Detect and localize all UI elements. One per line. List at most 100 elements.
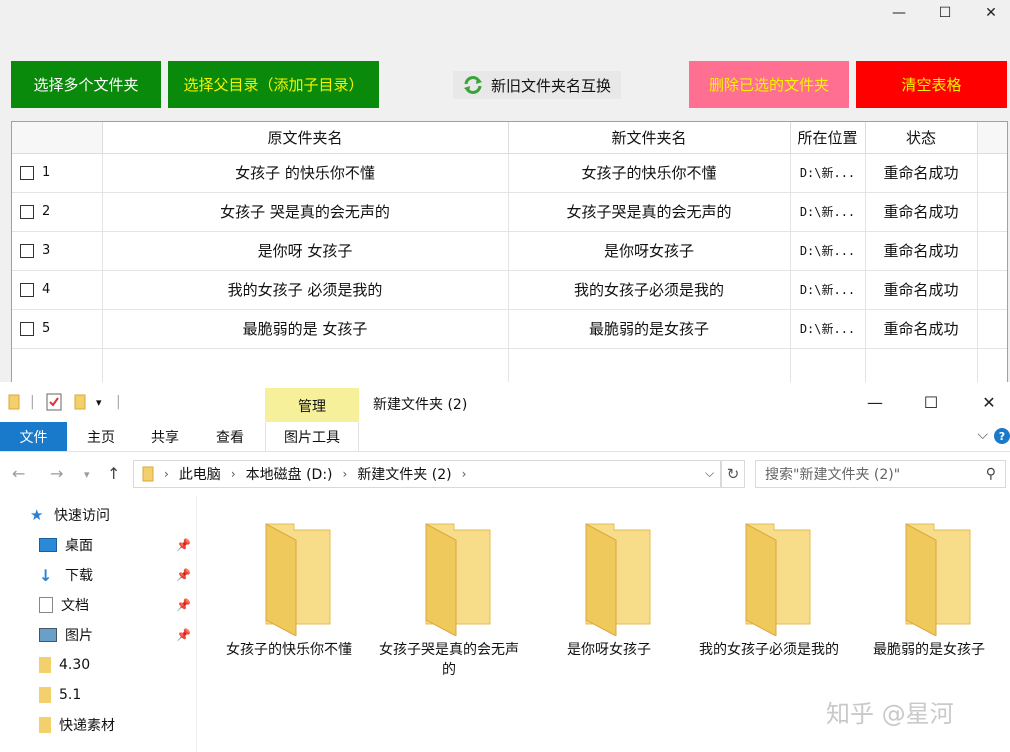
- nav-item-express-materials[interactable]: 快递素材: [0, 710, 197, 740]
- explorer-close-button[interactable]: ✕: [966, 388, 1010, 416]
- explorer-minimize-button[interactable]: —: [852, 388, 898, 416]
- breadcrumb-current-folder[interactable]: 新建文件夹 (2): [357, 464, 451, 484]
- folder-name: 我的女孩子必须是我的: [699, 642, 839, 658]
- empty-cell: [790, 348, 866, 382]
- ribbon-tabs: 文件 主页 共享 查看 图片工具 ⌵ ?: [0, 422, 1010, 452]
- folder-icon: [265, 523, 331, 636]
- tab-view[interactable]: 查看: [201, 422, 259, 451]
- nav-item-downloads[interactable]: ↓ 下载 📌: [0, 560, 197, 590]
- cell-location: D:\新...: [790, 192, 866, 232]
- pin-icon[interactable]: 📌: [176, 538, 191, 552]
- manage-tab[interactable]: 管理: [265, 388, 359, 423]
- address-bar[interactable]: › 此电脑 › 本地磁盘 (D:) › 新建文件夹 (2) ›: [133, 460, 721, 488]
- explorer-maximize-button[interactable]: ☐: [908, 388, 954, 416]
- table-row[interactable]: 2 女孩子 哭是真的会无声的 女孩子哭是真的会无声的 D:\新... 重命名成功: [12, 192, 1007, 232]
- watermark: 知乎 @星河: [826, 700, 954, 728]
- clear-table-button[interactable]: 清空表格: [856, 61, 1007, 108]
- folder-tile[interactable]: 女孩子哭是真的会无声的: [374, 516, 524, 680]
- app-maximize-button[interactable]: ☐: [922, 0, 968, 26]
- table-row[interactable]: 1 女孩子 的快乐你不懂 女孩子的快乐你不懂 D:\新... 重命名成功: [12, 153, 1007, 193]
- tab-home[interactable]: 主页: [72, 422, 130, 451]
- tab-picture-tools[interactable]: 图片工具: [265, 422, 359, 451]
- nav-item-label: 快速访问: [54, 508, 110, 524]
- column-header-location[interactable]: 所在位置: [790, 122, 866, 154]
- row-checkbox[interactable]: [20, 243, 34, 258]
- back-arrow-icon[interactable]: ←: [12, 464, 25, 483]
- empty-cell: [865, 348, 978, 382]
- nav-item-documents[interactable]: 文档 📌: [0, 590, 197, 620]
- breadcrumb-this-pc[interactable]: 此电脑: [179, 464, 221, 484]
- cell-spacer: [977, 270, 1007, 310]
- cell-original: 女孩子 哭是真的会无声的: [102, 192, 509, 232]
- column-header-status[interactable]: 状态: [865, 122, 978, 154]
- swap-names-button[interactable]: 新旧文件夹名互换: [453, 71, 622, 99]
- nav-item-folder-5-1[interactable]: 5.1: [0, 680, 197, 710]
- breadcrumb-drive-d[interactable]: 本地磁盘 (D:): [246, 464, 333, 484]
- app-close-button[interactable]: ✕: [968, 0, 1010, 26]
- nav-item-label: 图片: [65, 628, 93, 644]
- folder-tile[interactable]: 最脆弱的是女孩子: [854, 516, 1004, 660]
- row-checkbox[interactable]: [20, 321, 34, 336]
- refresh-button[interactable]: ↻: [721, 460, 745, 488]
- address-dropdown-chevron-icon[interactable]: ⌵: [705, 466, 714, 481]
- cell-original: 是你呀 女孩子: [102, 231, 509, 271]
- select-multiple-folders-button[interactable]: 选择多个文件夹: [11, 61, 161, 108]
- breadcrumb-separator-icon: ›: [461, 467, 467, 481]
- folder-tile[interactable]: 女孩子的快乐你不懂: [214, 516, 364, 660]
- cell-new: 女孩子的快乐你不懂: [508, 153, 791, 193]
- rename-table: 原文件夹名 新文件夹名 所在位置 状态 1 女孩子 的快乐你不懂 女孩子的快乐你…: [11, 121, 1008, 383]
- nav-item-desktop[interactable]: 桌面 📌: [0, 530, 197, 560]
- properties-check-icon[interactable]: [46, 393, 62, 411]
- row-checkbox[interactable]: [20, 282, 34, 297]
- folder-icon: [8, 394, 20, 410]
- app-minimize-button[interactable]: —: [876, 0, 922, 26]
- tab-share[interactable]: 共享: [136, 422, 194, 451]
- row-header: 4: [12, 270, 103, 310]
- folder-icon: [425, 523, 491, 636]
- row-number: 2: [42, 204, 51, 219]
- pin-icon[interactable]: 📌: [176, 598, 191, 612]
- nav-item-label: 快递素材: [59, 718, 115, 734]
- recent-locations-chevron-icon[interactable]: ▾: [84, 468, 90, 481]
- pin-icon[interactable]: 📌: [176, 628, 191, 642]
- pin-icon[interactable]: 📌: [176, 568, 191, 582]
- folder-icon: [39, 687, 51, 703]
- row-header: 1: [12, 153, 103, 193]
- column-header-original[interactable]: 原文件夹名: [102, 122, 509, 154]
- nav-item-quick-access[interactable]: ★ 快速访问: [0, 500, 197, 530]
- swap-names-label: 新旧文件夹名互换: [491, 76, 612, 95]
- search-input[interactable]: 搜索"新建文件夹 (2)" ⚲: [755, 460, 1006, 488]
- folder-tile[interactable]: 我的女孩子必须是我的: [694, 516, 844, 660]
- separator-icon: |: [116, 394, 121, 410]
- cell-original: 女孩子 的快乐你不懂: [102, 153, 509, 193]
- table-row[interactable]: 3 是你呀 女孩子 是你呀女孩子 D:\新... 重命名成功: [12, 231, 1007, 271]
- select-parent-directory-button[interactable]: 选择父目录（添加子目录）: [168, 61, 379, 108]
- cell-location: D:\新...: [790, 309, 866, 349]
- cell-status: 重命名成功: [865, 309, 978, 349]
- help-icon[interactable]: ?: [994, 428, 1010, 444]
- row-checkbox[interactable]: [20, 165, 34, 180]
- cell-location: D:\新...: [790, 153, 866, 193]
- table-row[interactable]: 5 最脆弱的是 女孩子 最脆弱的是女孩子 D:\新... 重命名成功: [12, 309, 1007, 349]
- quick-access-dropdown-icon[interactable]: ▾: [96, 396, 102, 409]
- ribbon-expand-chevron-icon[interactable]: ⌵: [977, 427, 988, 443]
- cell-new: 最脆弱的是女孩子: [508, 309, 791, 349]
- search-placeholder: 搜索"新建文件夹 (2)": [765, 467, 901, 483]
- delete-selected-folders-button[interactable]: 删除已选的文件夹: [689, 61, 849, 108]
- breadcrumb-separator-icon: ›: [230, 467, 236, 481]
- cell-status: 重命名成功: [865, 231, 978, 271]
- search-icon[interactable]: ⚲: [986, 466, 996, 482]
- nav-item-pictures[interactable]: 图片 📌: [0, 620, 197, 650]
- nav-item-label: 下载: [65, 568, 93, 584]
- nav-item-folder-4-30[interactable]: 4.30: [0, 650, 197, 680]
- forward-arrow-icon[interactable]: →: [50, 464, 63, 483]
- row-checkbox[interactable]: [20, 204, 34, 219]
- up-arrow-icon[interactable]: ↑: [107, 464, 120, 483]
- table-row[interactable]: 4 我的女孩子 必须是我的 我的女孩子必须是我的 D:\新... 重命名成功: [12, 270, 1007, 310]
- table-corner: [12, 122, 103, 154]
- folder-tile[interactable]: 是你呀女孩子: [534, 516, 684, 660]
- tab-file[interactable]: 文件: [0, 422, 67, 451]
- new-folder-icon[interactable]: [74, 394, 86, 410]
- column-header-new[interactable]: 新文件夹名: [508, 122, 791, 154]
- picture-icon: [39, 628, 57, 642]
